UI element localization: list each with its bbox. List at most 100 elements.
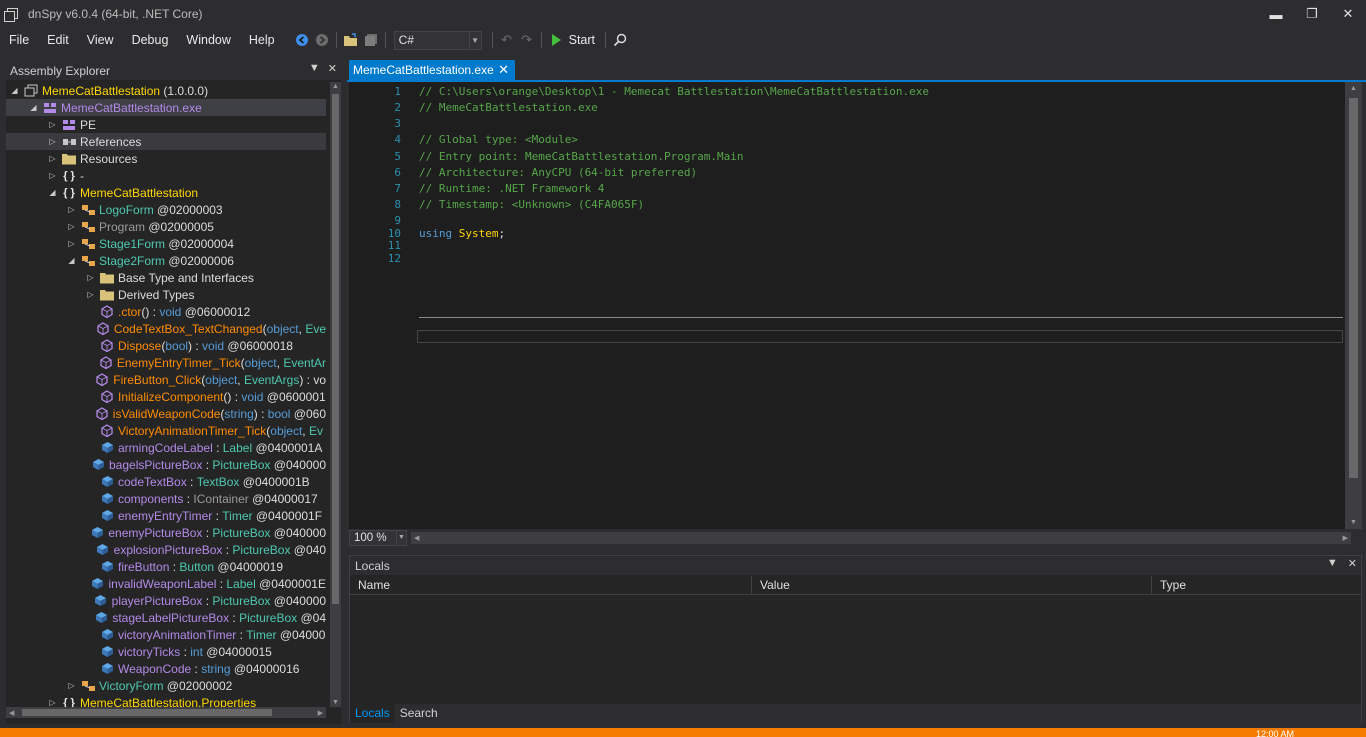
tree-node[interactable]: ▷ Derived Types	[6, 286, 326, 303]
tree-node[interactable]: fireButton : Button @04000019	[6, 558, 326, 575]
collapse-arrow-icon[interactable]: ◢	[9, 86, 20, 95]
tree-node[interactable]: victoryTicks : int @04000015	[6, 643, 326, 660]
scroll-up-arrow-icon[interactable]: ▲	[1350, 85, 1357, 92]
expand-arrow-icon[interactable]: ▷	[47, 137, 58, 146]
expand-arrow-icon[interactable]: ▷	[85, 273, 96, 282]
scroll-thumb[interactable]	[22, 709, 272, 716]
tree-node[interactable]: ▷ Program @02000005	[6, 218, 326, 235]
navigate-forward-icon[interactable]	[312, 30, 332, 50]
tree-node[interactable]: WeaponCode : string @04000016	[6, 660, 326, 677]
tree-node[interactable]: ▷ PE	[6, 116, 326, 133]
tree-node[interactable]: codeTextBox : TextBox @0400001B	[6, 473, 326, 490]
tree-node[interactable]: ▷ { } -	[6, 167, 326, 184]
column-name[interactable]: Name	[350, 576, 752, 595]
open-file-icon[interactable]	[341, 30, 361, 50]
expand-arrow-icon[interactable]: ▷	[66, 222, 77, 231]
zoom-dropdown[interactable]: 100 % ▼	[349, 530, 407, 546]
expand-arrow-icon[interactable]: ▷	[66, 681, 77, 690]
tree-node[interactable]: victoryAnimationTimer : Timer @04000	[6, 626, 326, 643]
column-value[interactable]: Value	[752, 576, 1152, 595]
tree-node[interactable]: explosionPictureBox : PictureBox @040	[6, 541, 326, 558]
scroll-right-arrow-icon[interactable]: ▶	[318, 709, 323, 717]
start-debugging-button[interactable]: Start	[546, 33, 601, 47]
menu-edit[interactable]: Edit	[38, 29, 78, 51]
close-panel-icon[interactable]: ✕	[328, 62, 337, 75]
tree-node[interactable]: invalidWeaponLabel : Label @0400001E	[6, 575, 326, 592]
tree-node[interactable]: playerPictureBox : PictureBox @040000	[6, 592, 326, 609]
expand-arrow-icon[interactable]: ▷	[47, 698, 58, 707]
panel-menu-icon[interactable]: ▼	[309, 62, 320, 75]
tree-node[interactable]: ◢ { } MemeCatBattlestation	[6, 184, 326, 201]
tree-node[interactable]: Dispose(bool) : void @06000018	[6, 337, 326, 354]
expand-arrow-icon[interactable]: ▷	[66, 205, 77, 214]
collapse-arrow-icon[interactable]: ◢	[47, 188, 58, 197]
close-window-button[interactable]: ✕	[1330, 0, 1366, 28]
panel-menu-icon[interactable]: ▼	[1327, 557, 1338, 570]
tree-horizontal-scrollbar[interactable]: ◀ ▶	[6, 707, 326, 718]
assembly-tree[interactable]: ◢ MemeCatBattlestation (1.0.0.0) ◢ MemeCatB…	[6, 82, 326, 707]
tree-vertical-scrollbar[interactable]: ▲ ▼	[330, 82, 341, 707]
save-all-icon[interactable]	[361, 30, 381, 50]
tree-node[interactable]: ◢ MemeCatBattlestation.exe	[6, 99, 326, 116]
scroll-down-arrow-icon[interactable]: ▼	[1350, 519, 1357, 526]
close-panel-icon[interactable]: ✕	[1348, 557, 1357, 570]
tree-node[interactable]: isValidWeaponCode(string) : bool @060	[6, 405, 326, 422]
tree-node[interactable]: ▷ Resources	[6, 150, 326, 167]
search-icon[interactable]	[610, 30, 630, 50]
tree-node[interactable]: ▷ { } MemeCatBattlestation.Properties	[6, 694, 326, 708]
menu-help[interactable]: Help	[240, 29, 284, 51]
tree-node[interactable]: .ctor() : void @06000012	[6, 303, 326, 320]
tree-node[interactable]: bagelsPictureBox : PictureBox @040000	[6, 456, 326, 473]
close-tab-icon[interactable]: ✕	[498, 62, 509, 78]
scroll-thumb[interactable]	[332, 94, 339, 604]
language-dropdown[interactable]: C# ▼	[393, 30, 482, 50]
menu-file[interactable]: File	[0, 29, 38, 51]
expand-arrow-icon[interactable]: ▷	[47, 120, 58, 129]
editor-vertical-scrollbar[interactable]: ▲ ▼	[1345, 82, 1362, 529]
tree-node[interactable]: ◢ Stage2Form @02000006	[6, 252, 326, 269]
tree-node[interactable]: InitializeComponent() : void @0600001	[6, 388, 326, 405]
collapse-arrow-icon[interactable]: ◢	[66, 256, 77, 265]
tab-search[interactable]: Search	[395, 704, 443, 723]
tree-node[interactable]: VictoryAnimationTimer_Tick(object, Ev	[6, 422, 326, 439]
using-namespace[interactable]: System	[459, 227, 499, 240]
navigate-back-icon[interactable]	[292, 30, 312, 50]
minimize-button[interactable]: ▬	[1258, 0, 1294, 28]
tree-node[interactable]: FireButton_Click(object, EventArgs) : vo	[6, 371, 326, 388]
tree-node[interactable]: EnemyEntryTimer_Tick(object, EventAr	[6, 354, 326, 371]
tree-node[interactable]: ▷ Stage1Form @02000004	[6, 235, 326, 252]
expand-arrow-icon[interactable]: ▷	[66, 239, 77, 248]
code-editor[interactable]: 1 2 3 4 5 6 7 8 9 10 11 12 // C:\Users\orange\Deskt…	[349, 82, 1362, 529]
tree-node[interactable]: ◢ MemeCatBattlestation (1.0.0.0)	[6, 82, 326, 99]
editor-horizontal-scrollbar[interactable]: ◀ ▶	[411, 532, 1351, 544]
tab-locals[interactable]: Locals	[350, 704, 395, 723]
tab-memecatbattlestation-exe[interactable]: MemeCatBattlestation.exe ✕	[349, 60, 515, 80]
collapse-arrow-icon[interactable]: ◢	[28, 103, 39, 112]
scroll-up-arrow-icon[interactable]: ▲	[332, 83, 339, 90]
tree-node[interactable]: components : IContainer @04000017	[6, 490, 326, 507]
tree-node[interactable]: enemyPictureBox : PictureBox @040000	[6, 524, 326, 541]
tree-node[interactable]: ▷ LogoForm @02000003	[6, 201, 326, 218]
redo-icon[interactable]: ↷	[517, 30, 537, 50]
scroll-right-arrow-icon[interactable]: ▶	[1343, 534, 1348, 542]
menu-debug[interactable]: Debug	[123, 29, 178, 51]
scroll-left-arrow-icon[interactable]: ◀	[9, 709, 14, 717]
maximize-button[interactable]: ❐	[1294, 0, 1330, 28]
scroll-down-arrow-icon[interactable]: ▼	[332, 699, 339, 706]
tree-node[interactable]: CodeTextBox_TextChanged(object, Eve	[6, 320, 326, 337]
tree-node[interactable]: ▷ References	[6, 133, 326, 150]
tree-node[interactable]: ▷ VictoryForm @02000002	[6, 677, 326, 694]
menu-view[interactable]: View	[78, 29, 123, 51]
tree-node[interactable]: armingCodeLabel : Label @0400001A	[6, 439, 326, 456]
tree-node[interactable]: enemyEntryTimer : Timer @0400001F	[6, 507, 326, 524]
column-type[interactable]: Type	[1152, 576, 1361, 595]
scroll-thumb[interactable]	[1349, 98, 1358, 478]
expand-arrow-icon[interactable]: ▷	[47, 154, 58, 163]
scroll-left-arrow-icon[interactable]: ◀	[414, 534, 419, 542]
expand-arrow-icon[interactable]: ▷	[47, 171, 58, 180]
menu-window[interactable]: Window	[177, 29, 239, 51]
undo-icon[interactable]: ↶	[497, 30, 517, 50]
tree-node[interactable]: stageLabelPictureBox : PictureBox @04	[6, 609, 326, 626]
tree-node[interactable]: ▷ Base Type and Interfaces	[6, 269, 326, 286]
expand-arrow-icon[interactable]: ▷	[85, 290, 96, 299]
